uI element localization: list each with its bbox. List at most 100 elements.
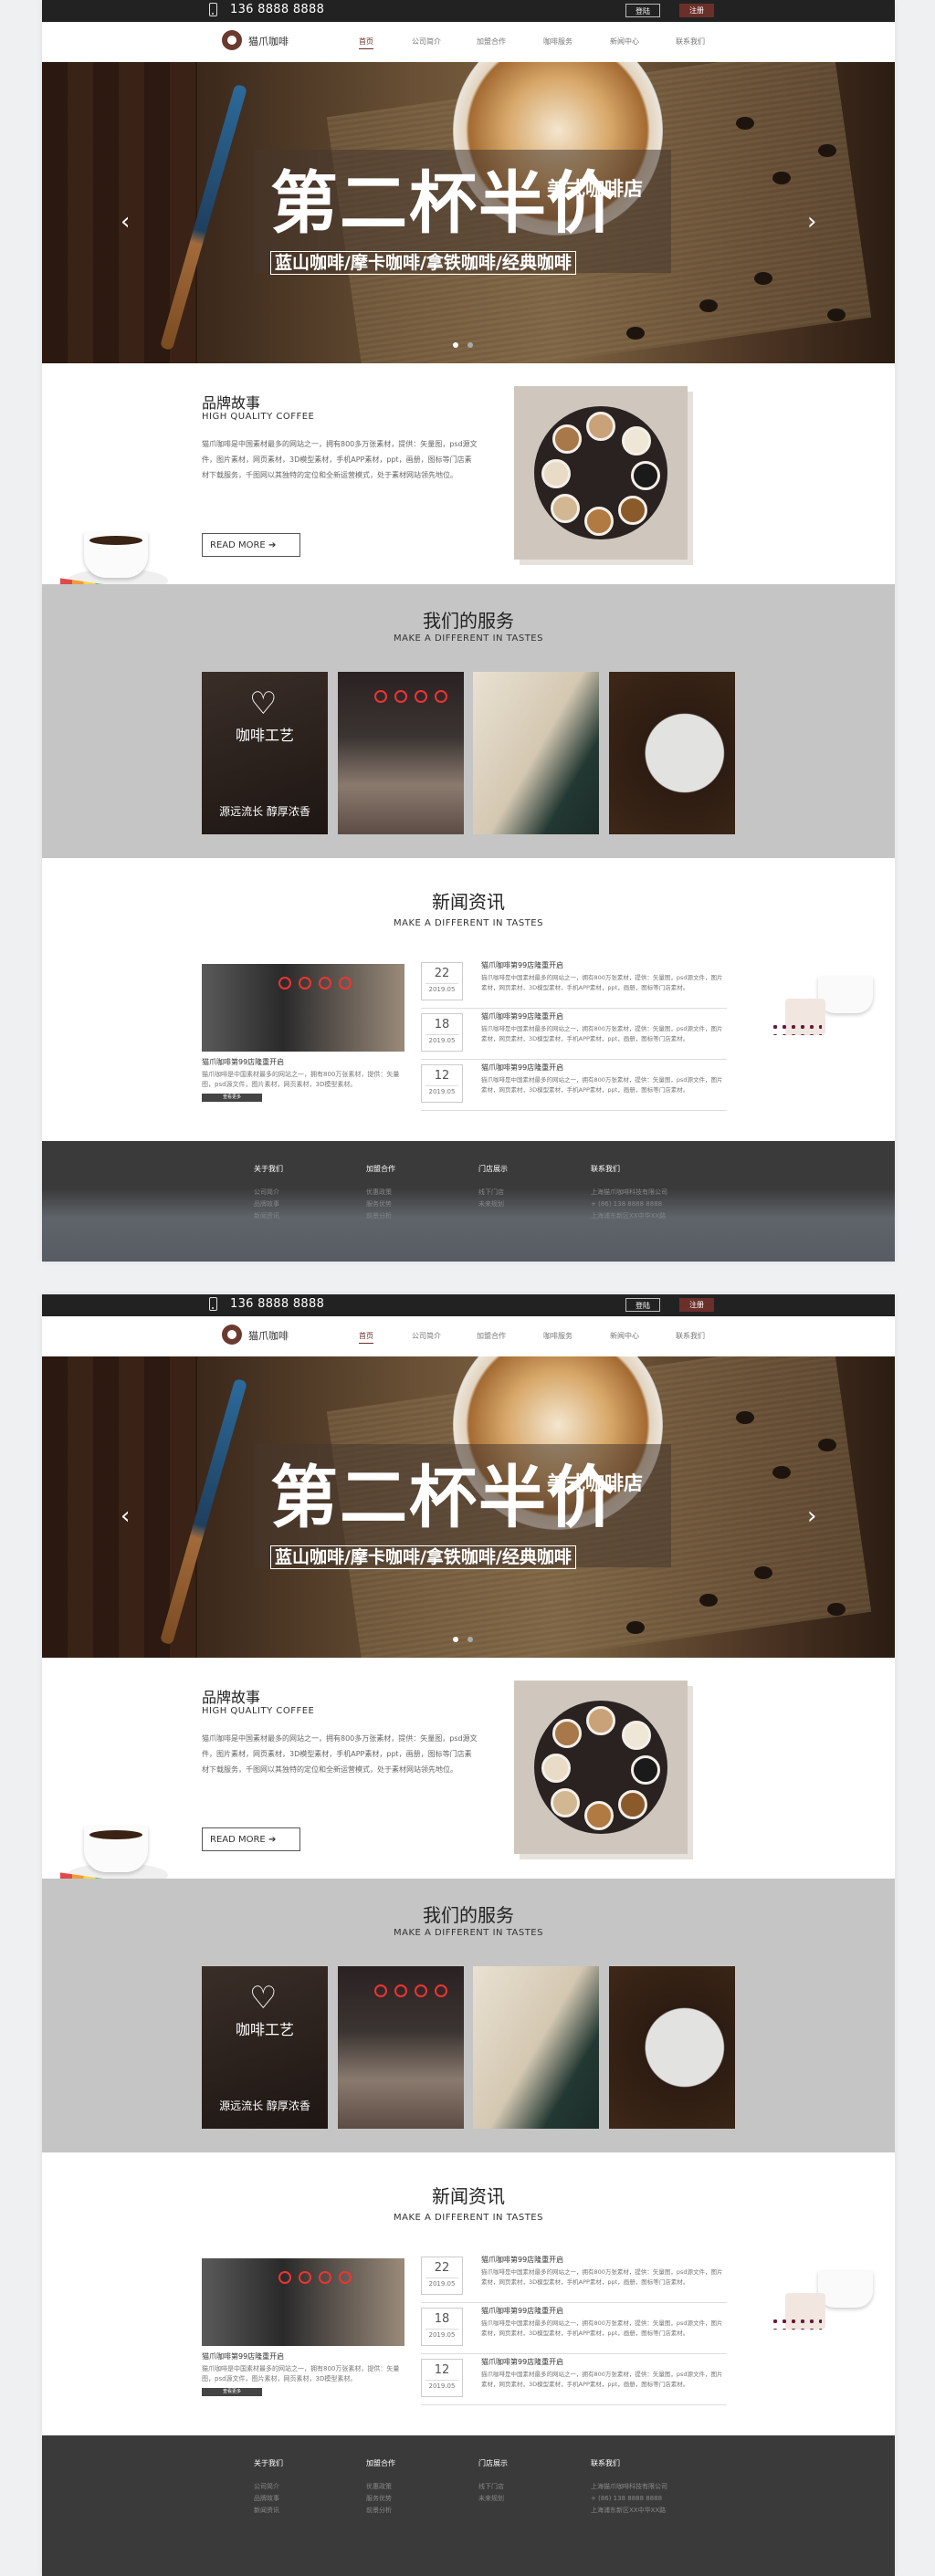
footer-link[interactable]: 品牌故事 [254,2493,354,2505]
footer-link[interactable]: 优惠政策 [366,2481,467,2493]
coffee-bean [818,144,836,157]
arrow-right-icon: ➔ [268,1835,277,1845]
machine-gauge [299,977,311,990]
banner-pagination [448,1628,478,1646]
news-item-title[interactable]: 猫爪咖啡第99店隆重开启 [481,960,563,970]
news-item[interactable]: 12 2019.05 猫爪咖啡第99店隆重开启 猫爪咖啡是中国素材最多的网站之一，… [421,1061,727,1111]
news-item-title[interactable]: 猫爪咖啡第99店隆重开启 [481,1011,563,1021]
service-card-beans[interactable] [609,1966,735,2129]
footer-link[interactable]: 线下门店 [478,2481,579,2493]
banner-next-arrow[interactable]: › [807,208,816,236]
brand-subtitle: HIGH QUALITY COFFEE [202,412,315,422]
nav-item-franchise[interactable]: 加盟合作 [477,37,506,47]
banner-next-arrow[interactable]: › [807,1503,816,1530]
news-item[interactable]: 18 2019.05 猫爪咖啡第99店隆重开启 猫爪咖啡是中国素材最多的网站之一，… [421,2304,727,2354]
news-item[interactable]: 18 2019.05 猫爪咖啡第99店隆重开启 猫爪咖啡是中国素材最多的网站之一，… [421,1010,727,1060]
footer-link[interactable]: 前景分析 [366,2505,467,2517]
login-button[interactable]: 登陆 [625,4,660,17]
service-card-craft[interactable]: ♡ 咖啡工艺 源远流长 醇厚浓香 [202,672,328,834]
banner-dot[interactable] [468,342,473,348]
nav-item-news[interactable]: 新闻中心 [610,37,639,47]
main-nav: 猫爪咖啡 首页 公司简介 加盟合作 咖啡服务 新闻中心 联系我们 [42,1316,895,1357]
news-day: 22 [434,2261,450,2275]
coffee-cup-top [586,412,615,441]
nav-item-contact[interactable]: 联系我们 [676,37,705,47]
logo-icon[interactable] [222,1325,242,1345]
banner-dot[interactable] [468,1637,473,1642]
read-more-button[interactable]: READ MORE ➔ [202,1827,300,1851]
news-more-button[interactable]: 查看更多 [202,1094,262,1102]
coffee-bean [772,172,791,184]
news-lead-title[interactable]: 猫爪咖啡第99店隆重开启 [202,2351,284,2361]
news-item[interactable]: 22 2019.05 猫爪咖啡第99店隆重开启 猫爪咖啡是中国素材最多的网站之一，… [421,2253,727,2303]
news-subtitle: MAKE A DIFFERENT IN TASTES [394,2213,543,2223]
footer-heading: 加盟合作 [366,1165,395,1173]
news-subtitle: MAKE A DIFFERENT IN TASTES [394,918,543,928]
footer-column-about: 关于我们 公司简介 品牌故事 新闻资讯 [254,2458,354,2517]
nav-item-contact[interactable]: 联系我们 [676,1331,705,1341]
footer-link[interactable]: 服务优势 [366,2493,467,2505]
footer-link[interactable]: 未来规划 [478,2493,579,2505]
banner-prev-arrow[interactable]: ‹ [121,1503,130,1530]
logo-text[interactable]: 猫爪咖啡 [248,1328,289,1343]
register-button[interactable]: 注册 [679,4,714,17]
machine-gauge [415,1984,427,1997]
phone-number: 136 8888 8888 [230,1297,325,1311]
news-item-title[interactable]: 猫爪咖啡第99店隆重开启 [481,1063,563,1073]
nav-item-services[interactable]: 咖啡服务 [543,1331,573,1341]
nav-item-home[interactable]: 首页 [359,1331,373,1344]
service-card-desc: 源远流长 醇厚浓香 [219,2100,310,2112]
nav-item-franchise[interactable]: 加盟合作 [477,1331,506,1341]
services-title: 我们的服务 [423,1904,514,1926]
news-item-title[interactable]: 猫爪咖啡第99店隆重开启 [481,2255,563,2265]
coffee-tray-photo [514,386,688,560]
service-card-craft[interactable]: ♡ 咖啡工艺 源远流长 醇厚浓香 [202,1966,328,2129]
news-lead-title[interactable]: 猫爪咖啡第99店隆重开启 [202,1057,284,1067]
news-item[interactable]: 22 2019.05 猫爪咖啡第99店隆重开启 猫爪咖啡是中国素材最多的网站之一，… [421,958,727,1009]
banner-dot[interactable] [453,1637,458,1642]
footer-heading: 联系我们 [591,2459,620,2467]
logo-icon[interactable] [222,30,242,50]
news-item-title[interactable]: 猫爪咖啡第99店隆重开启 [481,2357,563,2367]
coffee-bean [827,309,846,321]
coffee-bean [818,1439,836,1451]
footer-link[interactable]: 公司简介 [254,2481,354,2493]
news-lead-photo[interactable] [202,2258,404,2346]
banner-prev-arrow[interactable]: ‹ [121,208,130,236]
espresso-cup-image [84,1827,148,1872]
nav-item-home[interactable]: 首页 [359,37,373,49]
logo-text[interactable]: 猫爪咖啡 [248,34,289,48]
brand-description: 猫爪咖啡是中国素材最多的网站之一，拥有800多万张素材，提供：矢量图，psd源文… [202,1734,478,1774]
news-more-button[interactable]: 查看更多 [202,2388,262,2396]
read-more-button[interactable]: READ MORE ➔ [202,533,300,557]
brand-title: 品牌故事 [202,394,261,412]
nav-item-news[interactable]: 新闻中心 [610,1331,639,1341]
nav-item-about[interactable]: 公司简介 [412,37,441,47]
coffee-cup-top [618,1790,647,1819]
banner-dot[interactable] [453,342,458,348]
news-lead-photo[interactable] [202,964,404,1052]
hero-banner: 第二杯半价 美式咖啡店 蓝山咖啡/摩卡咖啡/拿铁咖啡/经典咖啡 ‹ › [42,1356,895,1658]
footer-link[interactable]: 新闻资讯 [254,2505,354,2517]
footer-heading: 门店展示 [478,1165,508,1173]
coffee-cup-top [586,1706,615,1735]
footer-column-contact: 联系我们 上海猫爪咖啡科技有限公司 + (86) 138 8888 8888 上… [591,2458,691,2517]
nav-item-about[interactable]: 公司简介 [412,1331,441,1341]
top-bar: 136 8888 8888 登陆 注册 [42,1294,895,1316]
news-item[interactable]: 12 2019.05 猫爪咖啡第99店隆重开启 猫爪咖啡是中国素材最多的网站之一，… [421,2355,727,2405]
login-button[interactable]: 登陆 [625,1298,660,1312]
news-day: 22 [434,967,450,980]
arrow-right-icon: ➔ [268,540,277,550]
service-card-beans[interactable] [609,672,735,834]
news-date: 18 2019.05 [421,1013,463,1052]
register-button[interactable]: 注册 [679,1298,714,1312]
news-item-title[interactable]: 猫爪咖啡第99店隆重开启 [481,2306,563,2316]
footer-column-franchise: 加盟合作 优惠政策 服务优势 前景分析 [366,2458,467,2517]
nav-item-services[interactable]: 咖啡服务 [543,37,573,47]
coffee-bean [699,1594,718,1607]
dessert-decoration [763,977,891,1059]
service-card-pastry[interactable] [473,672,599,834]
service-card-espresso-machine[interactable] [338,672,464,834]
service-card-espresso-machine[interactable] [338,1966,464,2129]
service-card-pastry[interactable] [473,1966,599,2129]
